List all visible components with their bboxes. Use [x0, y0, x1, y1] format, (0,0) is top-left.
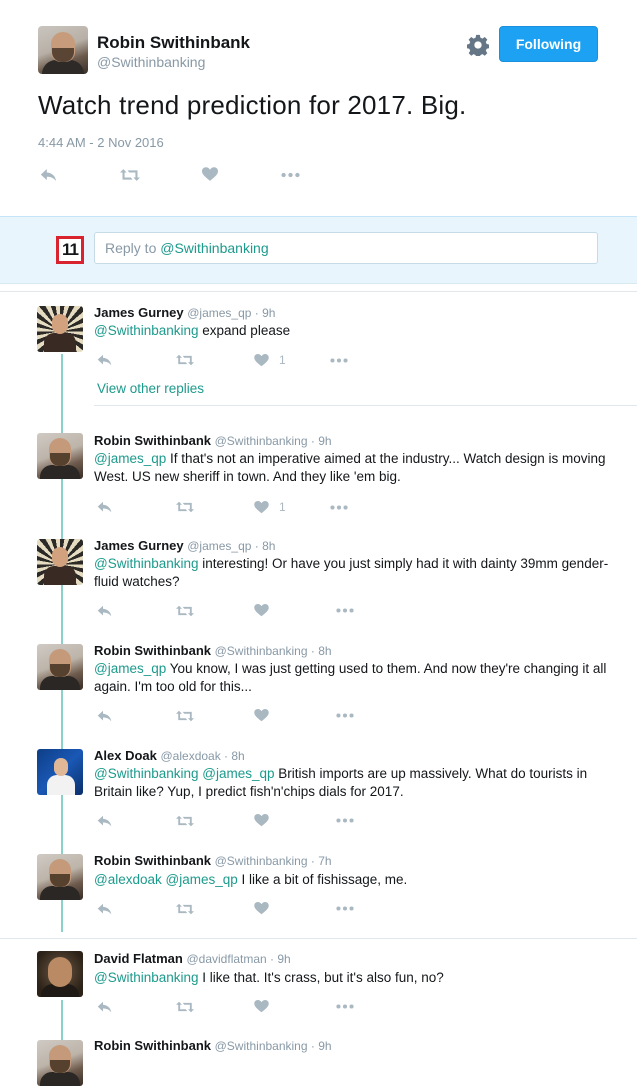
current-user-avatar[interactable]: 11 — [56, 236, 84, 264]
reply-actions — [97, 814, 354, 827]
avatar[interactable] — [37, 433, 83, 479]
avatar[interactable] — [37, 749, 83, 795]
more-dots-icon[interactable] — [330, 358, 348, 363]
avatar[interactable] — [37, 539, 83, 585]
like-count: 1 — [279, 353, 286, 367]
reply-meta[interactable]: @james_qp · 8h — [187, 539, 275, 553]
reply-text: @Swithinbanking expand please — [94, 323, 291, 338]
reply-author[interactable]: Robin Swithinbank @Swithinbanking · 7h — [94, 853, 332, 868]
like-heart-icon[interactable] — [202, 167, 218, 182]
like-heart-icon[interactable] — [254, 604, 269, 617]
tweet-actions — [40, 167, 300, 182]
reply-icon[interactable] — [97, 1001, 112, 1013]
avatar[interactable] — [37, 644, 83, 690]
settings-gear-icon[interactable] — [467, 34, 489, 56]
reply-actions: 1 — [97, 353, 348, 367]
reply-text: @james_qp If that's not an imperative ai… — [94, 451, 606, 484]
retweet-icon[interactable] — [176, 605, 194, 617]
more-dots-icon[interactable] — [330, 505, 348, 510]
retweet-icon[interactable] — [176, 501, 194, 513]
avatar[interactable] — [37, 951, 83, 997]
reply-author[interactable]: Robin Swithinbank @Swithinbanking · 9h — [94, 433, 332, 448]
more-dots-icon[interactable] — [336, 608, 354, 613]
avatar[interactable] — [37, 306, 83, 352]
like-heart-icon[interactable]: 1 — [254, 353, 286, 367]
view-other-replies-link[interactable]: View other replies — [97, 381, 204, 396]
reply-text: @Swithinbanking I like that. It's crass,… — [94, 970, 444, 985]
like-heart-icon[interactable] — [254, 1000, 269, 1013]
retweet-icon[interactable] — [176, 710, 194, 722]
reply-author[interactable]: David Flatman @davidflatman · 9h — [94, 951, 291, 966]
conversation-divider — [94, 405, 637, 406]
reply-text: @james_qp You know, I was just getting u… — [94, 661, 607, 694]
reply-icon[interactable] — [97, 903, 112, 915]
reply-mention[interactable]: @Swithinbanking @james_qp — [94, 766, 275, 781]
conversation-divider — [0, 938, 637, 939]
author-name[interactable]: Robin Swithinbank — [97, 33, 250, 53]
reply-author[interactable]: Alex Doak @alexdoak · 8h — [94, 748, 245, 763]
retweet-icon[interactable] — [176, 354, 194, 366]
reply-mention[interactable]: @alexdoak @james_qp — [94, 872, 238, 887]
reply-meta[interactable]: @Swithinbanking · 8h — [215, 644, 332, 658]
like-heart-icon[interactable]: 1 — [254, 500, 286, 514]
reply-actions — [97, 1000, 354, 1013]
retweet-icon[interactable] — [176, 815, 194, 827]
more-dots-icon[interactable] — [336, 906, 354, 911]
tweet-timestamp[interactable]: 4:44 AM - 2 Nov 2016 — [38, 135, 164, 150]
like-heart-icon[interactable] — [254, 709, 269, 722]
author-handle[interactable]: @Swithinbanking — [97, 54, 205, 70]
reply-mention[interactable]: @james_qp — [94, 661, 166, 676]
avatar[interactable] — [37, 854, 83, 900]
reply-author[interactable]: Robin Swithinbank @Swithinbanking · 8h — [94, 643, 332, 658]
reply-actions: 1 — [97, 500, 348, 514]
reply-meta[interactable]: @alexdoak · 8h — [161, 749, 245, 763]
reply-meta[interactable]: @davidflatman · 9h — [186, 952, 290, 966]
thread-connector — [61, 1000, 63, 1040]
reply-text: @Swithinbanking interesting! Or have you… — [94, 556, 609, 589]
retweet-icon[interactable] — [120, 168, 140, 182]
more-dots-icon[interactable] — [336, 713, 354, 718]
reply-mention[interactable]: @Swithinbanking — [94, 556, 199, 571]
reply-text: @Swithinbanking @james_qp British import… — [94, 766, 588, 799]
reply-placeholder-mention: @Swithinbanking — [160, 240, 269, 256]
like-count: 1 — [279, 500, 286, 514]
reply-meta[interactable]: @Swithinbanking · 7h — [215, 854, 332, 868]
reply-text: @alexdoak @james_qp I like a bit of fish… — [94, 872, 408, 887]
like-heart-icon[interactable] — [254, 902, 269, 915]
reply-icon[interactable] — [97, 354, 112, 366]
reply-icon[interactable] — [97, 815, 112, 827]
reply-meta[interactable]: @Swithinbanking · 9h — [215, 434, 332, 448]
reply-author[interactable]: James Gurney @james_qp · 8h — [94, 538, 275, 553]
reply-mention[interactable]: @Swithinbanking — [94, 970, 199, 985]
reply-icon[interactable] — [97, 605, 112, 617]
reply-icon[interactable] — [40, 168, 57, 182]
reply-placeholder-label: Reply to — [105, 240, 157, 256]
reply-mention[interactable]: @Swithinbanking — [94, 323, 199, 338]
reply-actions — [97, 604, 354, 617]
reply-actions — [97, 709, 354, 722]
retweet-icon[interactable] — [176, 903, 194, 915]
tweet-text: Watch trend prediction for 2017. Big. — [38, 90, 467, 120]
more-dots-icon[interactable] — [336, 1004, 354, 1009]
avatar[interactable] — [37, 1040, 83, 1086]
more-dots-icon[interactable] — [281, 172, 300, 178]
author-avatar[interactable] — [38, 26, 88, 74]
reply-icon[interactable] — [97, 501, 112, 513]
reply-mention[interactable]: @james_qp — [94, 451, 166, 466]
reply-actions — [97, 902, 354, 915]
reply-author[interactable]: James Gurney @james_qp · 9h — [94, 305, 275, 320]
more-dots-icon[interactable] — [336, 818, 354, 823]
reply-meta[interactable]: @james_qp · 9h — [187, 306, 275, 320]
conversation-divider — [0, 291, 637, 292]
like-heart-icon[interactable] — [254, 814, 269, 827]
reply-icon[interactable] — [97, 710, 112, 722]
following-button[interactable]: Following — [499, 26, 598, 62]
reply-input[interactable]: Reply to @Swithinbanking — [94, 232, 598, 264]
retweet-icon[interactable] — [176, 1001, 194, 1013]
